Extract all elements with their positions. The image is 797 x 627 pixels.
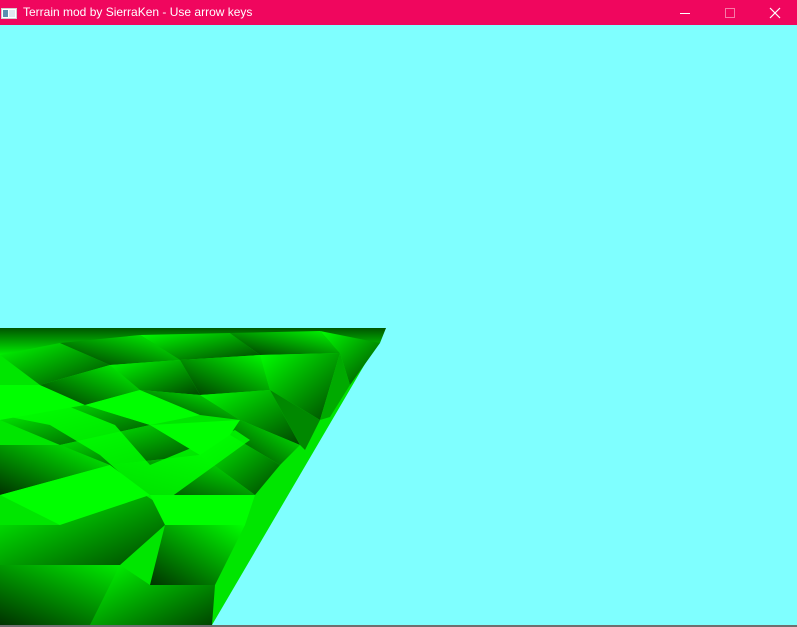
minimize-icon <box>679 12 690 14</box>
window-title: Terrain mod by SierraKen - Use arrow key… <box>23 5 253 19</box>
title-bar[interactable]: Terrain mod by SierraKen - Use arrow key… <box>0 0 797 25</box>
app-window: Terrain mod by SierraKen - Use arrow key… <box>0 0 797 627</box>
minimize-button[interactable] <box>662 0 707 25</box>
close-button[interactable] <box>752 0 797 25</box>
app-icon <box>1 5 17 21</box>
game-viewport[interactable] <box>0 25 797 625</box>
maximize-button[interactable] <box>707 0 752 25</box>
terrain-scene <box>0 328 386 625</box>
close-icon <box>769 7 780 18</box>
window-controls <box>662 0 797 25</box>
maximize-icon <box>724 7 735 18</box>
